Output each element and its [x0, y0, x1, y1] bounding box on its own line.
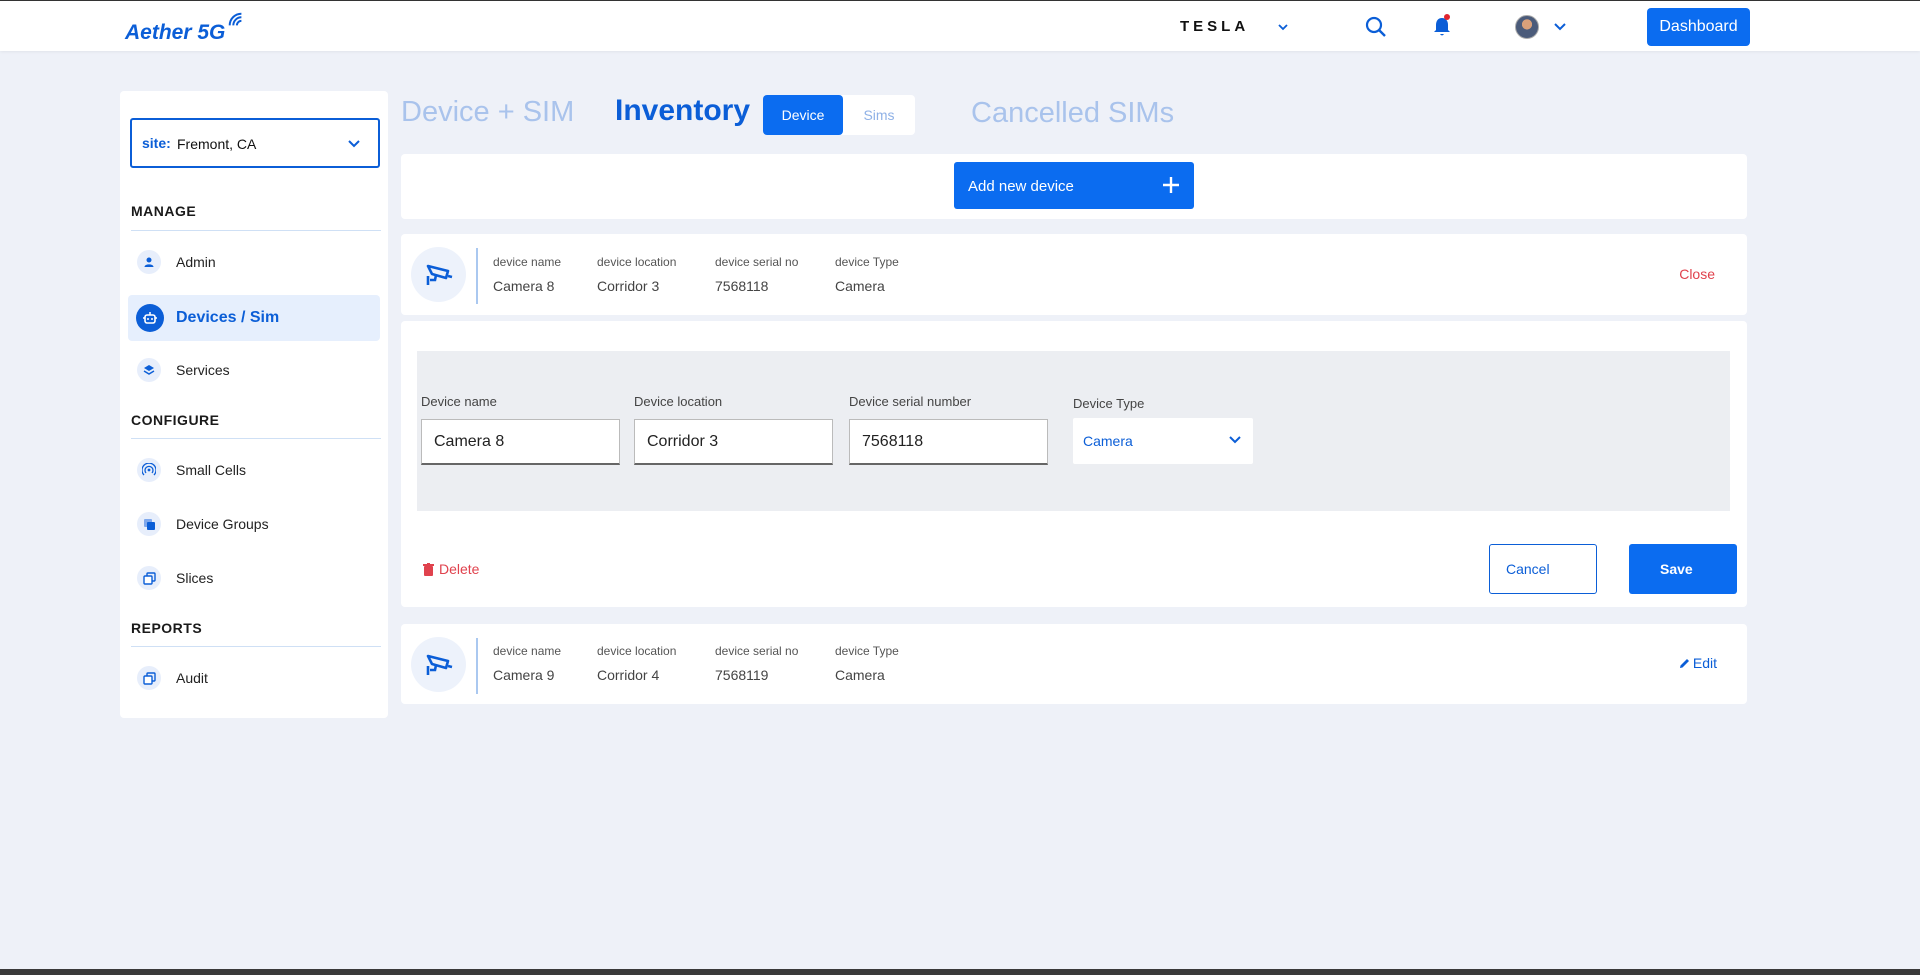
copy-icon — [137, 666, 161, 690]
edit-form: Device name Camera 8 Device location Cor… — [417, 351, 1730, 511]
security-camera-icon — [411, 247, 466, 302]
bell-icon[interactable] — [1432, 14, 1452, 38]
pencil-icon — [1679, 658, 1689, 668]
device-location-label: device location — [597, 644, 677, 658]
dashboard-button[interactable]: Dashboard — [1647, 8, 1750, 46]
device-serial-field-label: Device serial number — [849, 394, 972, 409]
save-button[interactable]: Save — [1629, 544, 1737, 594]
device-row: device name Camera 8 device location Cor… — [401, 234, 1747, 315]
divider — [131, 438, 381, 439]
chevron-down-icon[interactable] — [1277, 21, 1289, 33]
add-new-device-button[interactable]: Add new device — [954, 162, 1194, 209]
device-type-value: Camera — [1083, 433, 1133, 449]
robot-icon — [136, 304, 164, 332]
sidebar-item-label: Audit — [176, 670, 208, 686]
sidebar: site: Fremont, CA MANAGE Admin Devices /… — [120, 91, 388, 718]
device-location-label: device location — [597, 255, 677, 269]
sidebar-item-label: Small Cells — [176, 462, 247, 478]
device-serial-label: device serial no — [715, 644, 799, 658]
edit-button[interactable]: Edit — [1679, 655, 1717, 671]
user-icon — [137, 250, 161, 274]
chevron-down-icon[interactable] — [1553, 21, 1567, 33]
device-row: device name Camera 9 device location Cor… — [401, 624, 1747, 704]
sidebar-item-audit[interactable]: Audit — [128, 655, 380, 701]
tab-device-sim[interactable]: Device + SIM — [401, 96, 574, 129]
chevron-down-icon — [1229, 436, 1241, 444]
sidebar-item-device-groups[interactable]: Device Groups — [128, 501, 380, 547]
brand-selector[interactable]: TESLA — [1180, 18, 1249, 35]
bottom-bar — [0, 969, 1920, 975]
device-location-value: Corridor 3 — [597, 278, 660, 294]
section-title-manage: MANAGE — [131, 203, 197, 219]
device-name-value: Camera 9 — [493, 667, 555, 683]
toggle-sims-button[interactable]: Sims — [843, 95, 915, 135]
chevron-down-icon — [348, 140, 360, 148]
sidebar-item-services[interactable]: Services — [128, 347, 380, 393]
device-name-label: device name — [493, 644, 562, 658]
site-value: Fremont, CA — [177, 136, 257, 152]
device-name-value: Camera 8 — [493, 278, 555, 294]
device-type-value: Camera — [835, 278, 885, 294]
tab-inventory[interactable]: Inventory — [615, 94, 750, 128]
security-camera-icon — [411, 637, 466, 692]
device-serial-value: 7568119 — [715, 667, 769, 683]
sidebar-item-devices-sim[interactable]: Devices / Sim — [128, 295, 380, 341]
wifi-icon — [228, 12, 242, 26]
add-device-panel: Add new device — [401, 154, 1747, 219]
sidebar-item-label: Device Groups — [176, 516, 269, 532]
edit-label: Edit — [1692, 655, 1717, 671]
cancel-button[interactable]: Cancel — [1489, 544, 1597, 594]
delete-label: Delete — [439, 561, 480, 577]
inventory-toggle: Device Sims — [763, 95, 915, 135]
divider — [131, 230, 381, 231]
divider — [131, 646, 381, 647]
divider — [476, 638, 478, 694]
sidebar-item-small-cells[interactable]: Small Cells — [128, 447, 380, 493]
device-location-value: Corridor 4 — [597, 667, 660, 683]
device-type-label: device Type — [835, 255, 899, 269]
device-type-select[interactable]: Camera — [1073, 418, 1253, 464]
device-type-field-label: Device Type — [1073, 396, 1145, 411]
site-label: site: — [142, 135, 171, 151]
top-bar: Aether 5G TESLA Dashboard — [0, 0, 1920, 51]
close-button[interactable]: Close — [1679, 266, 1715, 282]
device-serial-label: device serial no — [715, 255, 799, 269]
device-name-field-label: Device name — [421, 394, 497, 409]
sidebar-item-slices[interactable]: Slices — [128, 555, 380, 601]
sidebar-item-label: Services — [176, 362, 230, 378]
edit-device-panel: Device name Camera 8 Device location Cor… — [401, 321, 1747, 607]
device-type-label: device Type — [835, 644, 899, 658]
search-icon[interactable] — [1365, 16, 1387, 38]
copy-icon — [137, 512, 161, 536]
app-logo[interactable]: Aether 5G — [125, 21, 225, 45]
section-title-reports: REPORTS — [131, 620, 203, 636]
toggle-device-button[interactable]: Device — [763, 95, 843, 135]
sidebar-item-label: Slices — [176, 570, 214, 586]
tab-cancelled-sims[interactable]: Cancelled SIMs — [971, 97, 1174, 130]
device-location-input[interactable]: Corridor 3 — [634, 419, 833, 465]
signal-icon — [137, 458, 161, 482]
sidebar-item-label: Admin — [176, 254, 216, 270]
section-title-configure: CONFIGURE — [131, 412, 220, 428]
plus-icon — [1163, 177, 1179, 193]
device-name-label: device name — [493, 255, 562, 269]
device-type-value: Camera — [835, 667, 885, 683]
site-selector[interactable]: site: Fremont, CA — [130, 118, 380, 168]
device-serial-value: 7568118 — [715, 278, 769, 294]
delete-button[interactable]: Delete — [423, 561, 479, 577]
user-avatar[interactable] — [1515, 15, 1539, 39]
device-location-field-label: Device location — [634, 394, 723, 409]
sidebar-item-label: Devices / Sim — [176, 309, 280, 326]
divider — [476, 248, 478, 304]
device-serial-input[interactable]: 7568118 — [849, 419, 1048, 465]
add-device-label: Add new device — [968, 178, 1074, 195]
copy-icon — [137, 566, 161, 590]
sidebar-item-admin[interactable]: Admin — [128, 239, 380, 285]
device-name-input[interactable]: Camera 8 — [421, 419, 620, 465]
trash-icon — [423, 562, 434, 576]
layers-icon — [137, 358, 161, 382]
